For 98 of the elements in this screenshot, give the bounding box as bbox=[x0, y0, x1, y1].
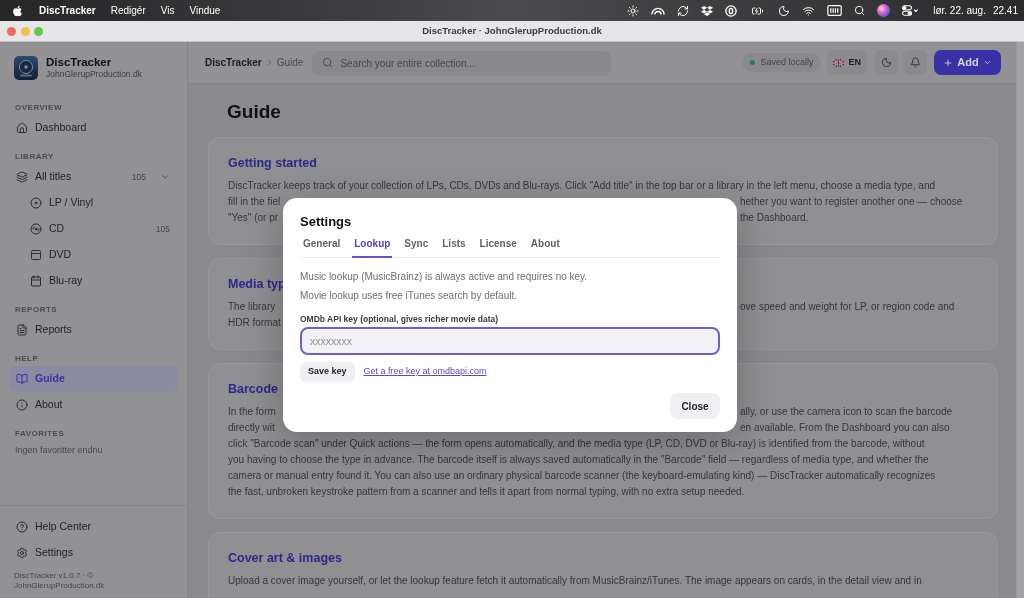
section-heading: Getting started bbox=[228, 155, 317, 172]
text-fragment: ove speed and weight for LP, or region code and bbox=[740, 300, 955, 314]
calendar-icon bbox=[30, 275, 42, 287]
menu-item[interactable]: Vindue bbox=[189, 3, 221, 18]
help-icon bbox=[16, 521, 28, 533]
layers-icon bbox=[16, 171, 28, 183]
flag-icon bbox=[833, 58, 845, 67]
settings-icon bbox=[16, 547, 28, 559]
text-fragment: hether you want to register another one — choose bbox=[740, 195, 963, 209]
empty-favorites-text: Ingen favoritter endnu bbox=[15, 444, 103, 457]
version-text: DiscTracker v1.0.7 · © JohnGlerupProduction.dk bbox=[14, 571, 106, 591]
text-fragment: In the form bbox=[228, 406, 276, 417]
text-fragment: the Dashboard. bbox=[740, 211, 809, 225]
language-button[interactable]: EN bbox=[827, 50, 867, 75]
menu-bar-time[interactable]: 22.41 bbox=[992, 3, 1018, 18]
theme-toggle-button[interactable] bbox=[874, 50, 898, 75]
settings-tab[interactable]: License bbox=[477, 234, 519, 258]
paragraph-text: click "Barcode scan" under Quick actions — the form opens automatically, and the media type (LP, CD, DVD or Blu-ray) is identified from the barcode, without you having to choose the type in advance. The barcode itself is always saved automatically in the "Barcode" field — regardless of media type, and whether the camera or manual entry found it. You can also use an ordinary physical barcode scanner (the keyboard-emulating kind) — DiscTracker automatically recognizes the fast, unbroken keystroke pattern from a scanner and tells it apart from normal typing, with no extra setup needed. bbox=[228, 437, 936, 499]
toggles-icon[interactable] bbox=[902, 5, 920, 16]
sidebar-item[interactable]: About bbox=[9, 392, 178, 418]
moon-icon[interactable] bbox=[778, 4, 791, 17]
close-button[interactable]: Close bbox=[670, 393, 720, 419]
dialog-title: Settings bbox=[300, 213, 352, 231]
text-fragment: The library bbox=[228, 301, 276, 312]
api-key-input[interactable]: xxxxxxxx bbox=[300, 327, 720, 355]
ring-icon[interactable] bbox=[725, 4, 738, 17]
sidebar-item[interactable]: Reports bbox=[9, 317, 178, 343]
wifi-icon[interactable] bbox=[802, 4, 816, 17]
info-text: Music lookup (MusicBrainz) is always active and requires no key. bbox=[300, 270, 588, 284]
app-logo-icon bbox=[14, 56, 38, 80]
home-icon bbox=[16, 122, 28, 134]
arc-icon[interactable] bbox=[651, 6, 666, 15]
sidebar-item[interactable]: Settings bbox=[9, 540, 178, 566]
add-button[interactable]: Add bbox=[934, 50, 1001, 75]
paragraph-text: Upload a cover image yourself, or let the lookup feature fetch it automatically from MusicBrainz/iTunes. The image appears on cards, in the detail view and in bbox=[228, 574, 922, 588]
document-icon bbox=[16, 324, 28, 336]
notifications-button[interactable] bbox=[903, 50, 927, 75]
disc-icon bbox=[30, 197, 42, 209]
window-title: DiscTracker · JohnGlerupProduction.dk bbox=[422, 23, 602, 38]
section-label: REPORTS bbox=[15, 304, 58, 316]
info-icon bbox=[16, 399, 28, 411]
settings-tab[interactable]: Lookup bbox=[352, 234, 393, 258]
info-text: Movie lookup uses free iTunes search by default. bbox=[300, 289, 517, 303]
menu-item[interactable]: Vis bbox=[160, 3, 175, 18]
section-heading: Barcode bbox=[228, 381, 279, 398]
text-fragment: "Yes" (or pr bbox=[228, 212, 279, 223]
sidebar-app-subtitle: JohnGlerupProduction.dk bbox=[46, 69, 142, 80]
plus-icon bbox=[943, 57, 954, 68]
field-label: OMDb API key (optional, gives richer movie data) bbox=[300, 313, 499, 325]
section-label: FAVORITES bbox=[15, 428, 65, 440]
disc-icon bbox=[30, 223, 42, 235]
sun-icon[interactable] bbox=[627, 4, 640, 17]
chevron-down-icon bbox=[982, 58, 992, 67]
text-fragment: ally, or use the camera icon to scan the barcode bbox=[740, 405, 953, 419]
apple-icon[interactable] bbox=[12, 4, 23, 17]
item-count: 105 bbox=[131, 170, 146, 184]
sidebar-item[interactable]: LP / Vinyl bbox=[9, 190, 178, 216]
book-icon bbox=[16, 373, 28, 385]
sidebar-item[interactable]: Dashboard bbox=[9, 115, 178, 141]
omdb-link[interactable]: Get a free key at omdbapi.com bbox=[363, 365, 487, 379]
text-fragment: directly wit bbox=[228, 422, 275, 433]
text-fragment: HDR format bbox=[228, 317, 281, 328]
menu-item[interactable]: Redigér bbox=[110, 3, 146, 18]
search-icon[interactable] bbox=[854, 5, 866, 16]
page-title: Guide bbox=[227, 100, 281, 124]
breadcrumb-current: Guide bbox=[276, 56, 304, 70]
window-icon bbox=[30, 249, 42, 261]
breadcrumb-link[interactable]: DiscTracker bbox=[205, 55, 262, 70]
search-icon bbox=[322, 57, 334, 68]
sidebar-app-name: DiscTracker bbox=[46, 56, 113, 69]
menu-app-name[interactable]: DiscTracker bbox=[39, 3, 96, 18]
circular-arrows-icon[interactable] bbox=[677, 4, 690, 17]
section-label: OVERVIEW bbox=[15, 102, 62, 114]
color-orb-icon[interactable] bbox=[877, 4, 891, 17]
section-label: LIBRARY bbox=[15, 151, 54, 163]
search-field[interactable]: Search your entire collection... bbox=[312, 51, 612, 76]
sidebar-item[interactable]: CD 105 bbox=[9, 216, 178, 242]
settings-tab[interactable]: Lists bbox=[440, 234, 468, 258]
menu-bar-date[interactable]: lør. 22. aug. bbox=[933, 3, 986, 18]
sidebar-item[interactable]: All titles 105 bbox=[9, 164, 178, 190]
sidebar-item[interactable]: Blu-ray bbox=[9, 268, 178, 294]
paragraph-text: DiscTracker keeps track of your collection of LPs, CDs, DVDs and Blu-rays. Click "Add title" in the top bar or a library in the left menu, choose a media type, and bbox=[228, 179, 936, 193]
sidebar-item[interactable]: Help Center bbox=[9, 514, 178, 540]
settings-tab[interactable]: General bbox=[301, 234, 343, 258]
moon-icon bbox=[880, 57, 892, 68]
sidebar-item[interactable]: DVD bbox=[9, 242, 178, 268]
section-heading: Cover art & images bbox=[228, 550, 342, 567]
section-label: HELP bbox=[15, 353, 39, 365]
status-text: Saved locally bbox=[760, 55, 814, 69]
bell-icon bbox=[909, 57, 921, 68]
settings-tab[interactable]: About bbox=[528, 234, 562, 258]
settings-tab[interactable]: Sync bbox=[402, 234, 431, 258]
text-fragment: en available. From the Dashboard you can also bbox=[740, 421, 950, 435]
box-logo-icon[interactable] bbox=[701, 4, 714, 17]
text-fragment: fill in the fiel bbox=[228, 196, 281, 207]
save-key-button[interactable]: Save key bbox=[300, 362, 355, 382]
bars-box-icon[interactable] bbox=[827, 5, 843, 16]
item-count: 105 bbox=[155, 222, 170, 236]
